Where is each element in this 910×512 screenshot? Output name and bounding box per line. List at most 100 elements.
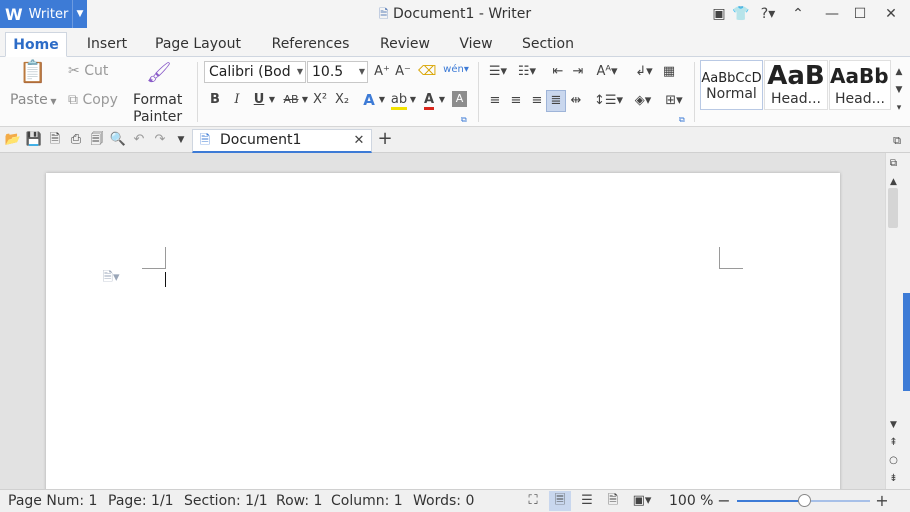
superscript-button[interactable]: X² [310, 90, 330, 110]
subscript-button[interactable]: X₂ [332, 90, 352, 110]
redo-icon[interactable]: ↷ [151, 130, 169, 150]
skin-icon[interactable]: ▣ [708, 4, 730, 24]
tab-references[interactable]: References [262, 32, 359, 57]
character-shading-icon[interactable]: A [452, 91, 467, 107]
tab-list-icon[interactable]: ⧉ [888, 131, 906, 151]
previous-page-icon[interactable]: ⇞ [885, 433, 902, 453]
highlight-icon[interactable]: ab [390, 90, 408, 110]
select-browse-object-icon[interactable]: ○ [885, 451, 902, 471]
tab-insert[interactable]: Insert [78, 32, 136, 57]
page-view-icon[interactable]: 🗏 [549, 491, 571, 511]
next-page-icon[interactable]: ⇟ [885, 469, 902, 489]
help-icon[interactable]: ?▾ [755, 4, 781, 24]
customize-toolbar-icon[interactable]: ▼ [174, 130, 188, 150]
paragraph-dialog-launcher-icon[interactable]: ⧉ [679, 115, 685, 125]
justify-icon[interactable]: ≣ [546, 90, 566, 112]
format-painter-icon[interactable]: 🖌 [146, 62, 172, 88]
chevron-down-icon[interactable]: ▼ [378, 90, 386, 110]
scrollbar-thumb[interactable] [888, 188, 898, 228]
tab-review[interactable]: Review [372, 32, 438, 57]
font-color-icon[interactable]: A [421, 90, 437, 110]
side-panel-toggle[interactable] [903, 293, 910, 391]
collapse-ribbon-icon[interactable]: ⌃ [787, 4, 809, 24]
tab-home[interactable]: Home [5, 32, 67, 57]
phonetic-guide-icon[interactable]: wén▾ [442, 60, 470, 80]
save-icon[interactable]: 💾 [25, 130, 43, 150]
close-window-button[interactable]: ✕ [880, 4, 902, 24]
text-effect-icon[interactable]: A [361, 90, 377, 110]
print-preview-icon[interactable]: 🗐 [88, 130, 106, 150]
outline-view-icon[interactable]: ☰ [578, 491, 596, 511]
tab-page-layout[interactable]: Page Layout [147, 32, 249, 57]
zoom-level[interactable]: 100 % [669, 493, 713, 509]
shirt-icon[interactable]: 👕 [730, 4, 752, 24]
format-painter-button[interactable]: Format Painter [133, 92, 182, 126]
ruler-toggle-icon[interactable]: ⧉ [885, 154, 902, 174]
zoom-out-button[interactable]: − [716, 491, 732, 511]
paragraph-shading-icon[interactable]: ◈▾ [630, 91, 656, 111]
undo-icon[interactable]: ↶ [130, 130, 148, 150]
chevron-down-icon[interactable]: ▼ [301, 90, 309, 110]
borders-icon[interactable]: ⊞▾ [660, 91, 688, 111]
full-screen-icon[interactable]: ⛶ [524, 491, 542, 511]
align-left-icon[interactable]: ≡ [486, 91, 504, 111]
grow-font-icon[interactable]: A⁺ [372, 62, 392, 82]
document-icon: 🗎 [199, 133, 211, 148]
align-right-icon[interactable]: ≡ [528, 91, 546, 111]
styles-more-icon[interactable]: ▾ [892, 98, 906, 118]
paste-button[interactable]: Paste ▼ [10, 92, 57, 108]
style-normal[interactable]: AaBbCcD Normal [700, 60, 763, 110]
print-icon[interactable]: ⎙ [67, 130, 85, 150]
decrease-indent-icon[interactable]: ⇤ [549, 62, 567, 82]
styles-scroll-up-icon[interactable]: ▲ [892, 62, 906, 82]
tab-section[interactable]: Section [514, 32, 582, 57]
chevron-down-icon[interactable]: ▼ [438, 90, 446, 110]
paragraph-marker-icon[interactable]: 🗎▾ [97, 268, 125, 288]
cut-button[interactable]: ✂ Cut [68, 63, 108, 79]
paste-icon[interactable]: 📋 [18, 62, 48, 91]
chevron-down-icon[interactable]: ▼ [268, 90, 276, 110]
clear-format-icon[interactable]: ⌫ [418, 62, 436, 82]
shrink-font-icon[interactable]: A⁻ [393, 62, 413, 82]
styles-scroll-down-icon[interactable]: ▼ [892, 80, 906, 100]
change-case-icon[interactable]: Aᴬ▾ [593, 62, 621, 82]
open-icon[interactable]: 📂 [4, 130, 22, 150]
scroll-down-icon[interactable]: ▼ [885, 415, 902, 435]
underline-button[interactable]: U [250, 90, 268, 110]
zoom-slider-handle[interactable] [798, 494, 811, 507]
align-center-icon[interactable]: ≡ [507, 91, 525, 111]
crop-mark [719, 268, 743, 269]
minimize-button[interactable]: — [821, 4, 843, 24]
tab-view[interactable]: View [452, 32, 500, 57]
bold-button[interactable]: B [206, 90, 224, 110]
strikethrough-button[interactable]: AB [280, 90, 302, 110]
reading-mode-icon[interactable]: ▣▾ [628, 491, 656, 511]
increase-indent-icon[interactable]: ⇥ [569, 62, 587, 82]
paragraph-mark-icon[interactable]: ↲▾ [632, 62, 656, 82]
table-icon[interactable]: ▦ [660, 62, 678, 82]
numbered-list-icon[interactable]: ☷▾ [514, 62, 540, 82]
spell-check-icon[interactable]: 🔍 [109, 130, 127, 150]
line-spacing-icon[interactable]: ↕☰▾ [594, 91, 623, 111]
font-size-select[interactable]: 10.5 ▼ [307, 61, 368, 83]
distributed-align-icon[interactable]: ⇹ [567, 91, 585, 111]
bullet-list-icon[interactable]: ☰▾ [485, 62, 511, 82]
separator [478, 62, 479, 122]
italic-button[interactable]: I [228, 90, 246, 110]
style-heading-1[interactable]: AaB Head... [764, 60, 828, 110]
zoom-in-button[interactable]: + [874, 491, 890, 511]
status-section: Section: 1/1 [184, 493, 268, 509]
font-dialog-launcher-icon[interactable]: ⧉ [461, 115, 467, 125]
export-pdf-icon[interactable]: 🗎 [46, 130, 64, 150]
web-view-icon[interactable]: 🗎 [604, 491, 622, 511]
chevron-down-icon: ▼ [358, 67, 365, 76]
close-tab-icon[interactable]: ✕ [351, 131, 367, 151]
chevron-down-icon[interactable]: ▼ [409, 90, 417, 110]
new-tab-icon[interactable]: + [375, 129, 395, 149]
maximize-button[interactable]: ☐ [849, 4, 871, 24]
separator [197, 62, 198, 122]
style-heading-2[interactable]: AaBb( Head... [829, 60, 891, 110]
copy-button[interactable]: ⧉ Copy [68, 92, 118, 108]
document-page[interactable] [46, 173, 840, 503]
font-name-select[interactable]: Calibri (Bod ▼ [204, 61, 306, 83]
